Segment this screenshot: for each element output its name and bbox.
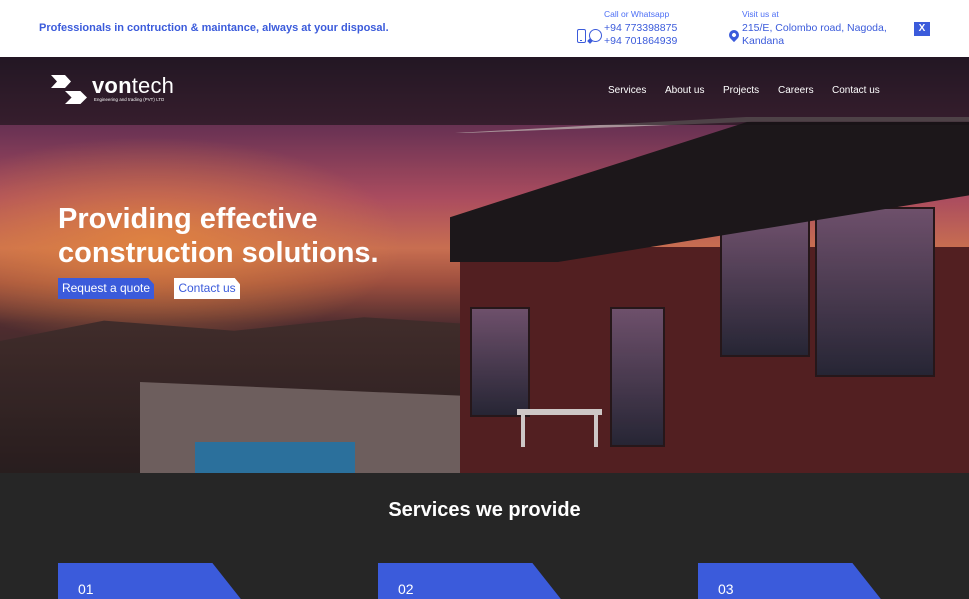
top-info-bar: Professionals in contruction & maintance… — [0, 0, 969, 57]
nav-services[interactable]: Services — [608, 85, 646, 96]
nav-contact-us[interactable]: Contact us — [832, 85, 880, 96]
whatsapp-icon — [589, 29, 602, 42]
logo-name: vontech — [92, 73, 175, 98]
logo[interactable]: vontech Engineering and trading (PVT) LT… — [51, 74, 191, 108]
address: 215/E, Colombo road, Nagoda, Kandana — [742, 22, 887, 48]
phone-numbers: +94 773398875 +94 701864939 — [604, 22, 677, 48]
nav-about-us[interactable]: About us — [665, 85, 704, 96]
services-section: Services we provide 01 02 03 — [0, 473, 969, 599]
service-number: 03 — [718, 581, 734, 597]
phone-icon — [577, 29, 586, 43]
contact-us-button[interactable]: Contact us — [174, 278, 240, 299]
services-title: Services we provide — [388, 499, 581, 521]
visit-label: Visit us at — [742, 9, 779, 19]
nav-projects[interactable]: Projects — [723, 85, 759, 96]
logo-subtitle: Engineering and trading (PVT) LTD — [94, 97, 165, 102]
service-card[interactable]: 03 — [698, 563, 884, 599]
request-quote-button[interactable]: Request a quote — [58, 278, 154, 299]
tagline: Professionals in contruction & maintance… — [39, 22, 389, 34]
logo-mark-icon — [51, 75, 89, 105]
address-line-1: 215/E, Colombo road, Nagoda, — [742, 22, 887, 34]
service-number: 01 — [78, 581, 94, 597]
location-pin-icon — [726, 27, 742, 43]
close-topbar-button[interactable]: X — [914, 22, 930, 36]
phone-number-1[interactable]: +94 773398875 — [604, 22, 677, 35]
nav-careers[interactable]: Careers — [778, 85, 814, 96]
service-card[interactable]: 01 — [58, 563, 244, 599]
service-number: 02 — [398, 581, 414, 597]
service-card[interactable]: 02 — [378, 563, 564, 599]
address-line-2: Kandana — [742, 35, 785, 47]
hero-title: Providing effective construction solutio… — [58, 202, 379, 270]
hero-title-line-2: construction solutions. — [58, 237, 379, 269]
main-navbar: vontech Engineering and trading (PVT) LT… — [0, 57, 969, 125]
phone-number-2[interactable]: +94 701864939 — [604, 35, 677, 48]
call-label: Call or Whatsapp — [604, 9, 670, 19]
hero-title-line-1: Providing effective — [58, 203, 318, 235]
